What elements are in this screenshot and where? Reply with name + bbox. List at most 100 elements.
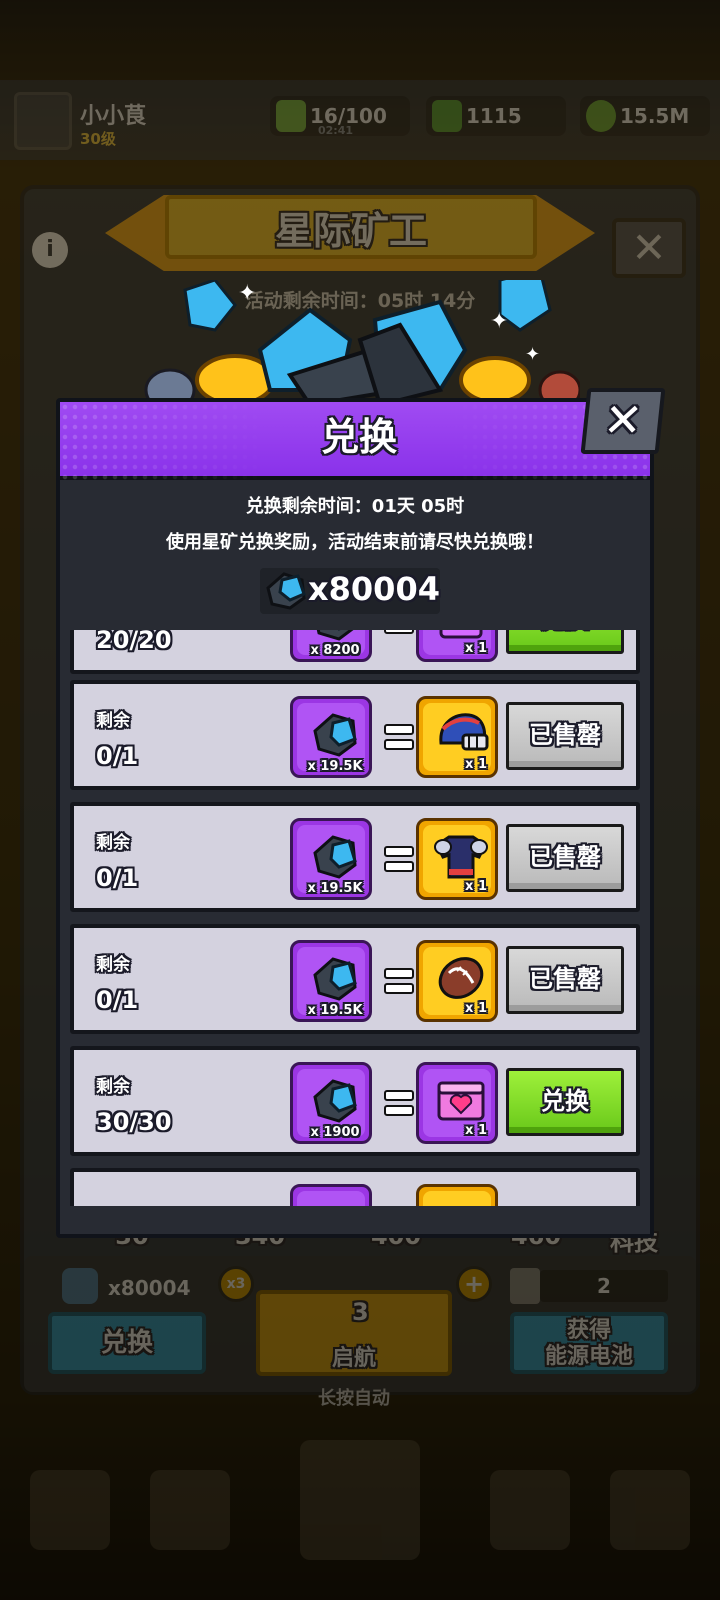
player-level: 30级 xyxy=(80,130,116,148)
reward-list[interactable]: 剩余 20/20 x 8200 x 1 兑换 剩余 0/1 x 19.5K x … xyxy=(70,630,652,1206)
sold-out-button[interactable]: 已售罄 xyxy=(506,824,624,892)
reward-slot[interactable]: x 1 xyxy=(416,818,498,900)
cost-amount: x 19.5K xyxy=(307,881,363,896)
svg-text:✦: ✦ xyxy=(490,309,508,334)
star-ore-icon xyxy=(313,835,357,879)
gold-value: 15.5M xyxy=(620,104,690,128)
reward-qty: x 1 xyxy=(465,1123,487,1138)
gem-stat[interactable]: 1115 xyxy=(426,96,566,136)
equals-icon xyxy=(380,964,416,1000)
football-ball-icon xyxy=(438,957,484,999)
cost-slot: x 19.5K xyxy=(290,940,372,1022)
nav-tab[interactable] xyxy=(150,1470,230,1550)
cost-amount: x 8200 xyxy=(310,643,360,658)
reward-qty: x 1 xyxy=(465,1001,487,1016)
remain-label: 剩余 xyxy=(96,711,130,731)
reward-slot[interactable] xyxy=(416,1184,498,1206)
reward-inner: x 1 xyxy=(423,630,491,656)
cost-inner: x 19.5K xyxy=(297,703,365,774)
plus-icon[interactable]: + xyxy=(456,1266,492,1302)
ore-count: x80004 xyxy=(108,1276,191,1300)
football-jersey-icon xyxy=(434,835,488,879)
equals-icon xyxy=(380,630,416,640)
exchange-button[interactable]: 兑换 xyxy=(506,630,624,654)
info-icon[interactable]: i xyxy=(32,232,68,268)
event-title: 星际矿工 xyxy=(274,209,427,253)
remain-value: 0/1 xyxy=(96,986,139,1014)
get-battery-button[interactable]: 获得 能源电池 xyxy=(510,1312,668,1374)
hold-auto-label: 长按自动 xyxy=(318,1388,390,1409)
cost-slot xyxy=(290,1184,372,1206)
cost-inner xyxy=(297,1191,365,1206)
cost-amount: x 19.5K xyxy=(307,1003,363,1018)
reward-qty: x 1 xyxy=(465,757,487,772)
modal-header: 兑换 xyxy=(60,402,650,480)
heart-chest-icon xyxy=(437,1081,485,1121)
exchange-button[interactable]: 兑换 xyxy=(48,1312,206,1374)
energy-timer: 02:41 xyxy=(318,124,354,137)
reward-row: 剩余 0/1 x 19.5K x 1 已售罄 xyxy=(70,924,640,1034)
star-ore-icon xyxy=(313,713,357,757)
multiplier-badge[interactable]: x3 xyxy=(218,1266,254,1302)
star-ore-icon xyxy=(266,572,306,610)
cost-inner: x 1900 xyxy=(297,1069,365,1140)
cost-slot: x 1900 xyxy=(290,1062,372,1144)
reward-slot[interactable]: x 1 xyxy=(416,630,498,662)
ore-pile-illustration: ✦ ✦ ✦ xyxy=(140,268,582,412)
cost-slot: x 19.5K xyxy=(290,818,372,900)
reward-row: 剩余 0/1 x 19.5K x 1 已售罄 xyxy=(70,802,640,912)
cost-amount: x 1900 xyxy=(310,1125,360,1140)
reward-slot[interactable]: x 1 xyxy=(416,940,498,1022)
equals-icon xyxy=(380,720,416,756)
reward-slot[interactable]: x 1 xyxy=(416,1062,498,1144)
star-ore-icon xyxy=(313,1079,357,1123)
equals-icon xyxy=(380,1086,416,1122)
energy-icon xyxy=(276,100,306,132)
star-ore-icon xyxy=(313,957,357,1001)
cost-inner: x 19.5K xyxy=(297,825,365,896)
svg-text:✦: ✦ xyxy=(238,281,256,306)
gold-icon xyxy=(586,100,616,132)
reward-qty: x 1 xyxy=(465,641,487,656)
exchange-description: 使用星矿兑换奖励，活动结束前请尽快兑换哦！ xyxy=(166,532,544,553)
gold-stat[interactable]: 15.5M xyxy=(580,96,710,136)
remain-value: 20/20 xyxy=(96,630,172,654)
nav-tab-battle[interactable] xyxy=(300,1440,420,1560)
reward-inner: x 1 xyxy=(423,947,491,1016)
exchange-button[interactable]: 兑换 xyxy=(506,1068,624,1136)
sold-out-button[interactable]: 已售罄 xyxy=(506,946,624,1014)
reward-inner: x 1 xyxy=(423,825,491,894)
event-close-icon[interactable]: ✕ xyxy=(612,218,686,278)
reward-inner xyxy=(423,1191,491,1206)
battery-icon xyxy=(510,1268,540,1304)
cost-inner: x 19.5K xyxy=(297,947,365,1018)
svg-text:✦: ✦ xyxy=(525,344,540,365)
remain-label: 剩余 xyxy=(96,955,130,975)
sold-out-button[interactable]: 已售罄 xyxy=(506,702,624,770)
remain-label: 剩余 xyxy=(96,1077,130,1097)
nav-tab[interactable] xyxy=(30,1470,110,1550)
reward-row: 剩余 20/20 x 8200 x 1 兑换 xyxy=(70,630,640,674)
ore-balance-value: x80004 xyxy=(308,570,440,608)
reward-slot[interactable]: x 1 xyxy=(416,696,498,778)
cost-slot: x 19.5K xyxy=(290,696,372,778)
remain-value: 30/30 xyxy=(96,1108,172,1136)
close-icon[interactable]: ✕ xyxy=(580,388,666,454)
nav-tab[interactable] xyxy=(610,1470,690,1550)
energy-stat[interactable]: 16/100 02:41 xyxy=(270,96,410,137)
reward-qty: x 1 xyxy=(465,879,487,894)
reward-row xyxy=(70,1168,640,1206)
reward-inner: x 1 xyxy=(423,703,491,772)
reward-inner: x 1 xyxy=(423,1069,491,1138)
football-helmet-icon xyxy=(439,713,489,751)
remain-value: 0/1 xyxy=(96,864,139,892)
cost-amount: x 19.5K xyxy=(307,759,363,774)
gem-value: 1115 xyxy=(466,104,522,128)
cost-slot: x 8200 xyxy=(290,630,372,662)
remain-label: 剩余 xyxy=(96,833,130,853)
cost-inner: x 8200 xyxy=(297,630,365,658)
player-avatar[interactable] xyxy=(14,92,72,150)
nav-tab[interactable] xyxy=(490,1470,570,1550)
launch-label: 启航 xyxy=(331,1346,376,1371)
battery-count: 2 xyxy=(540,1270,668,1302)
